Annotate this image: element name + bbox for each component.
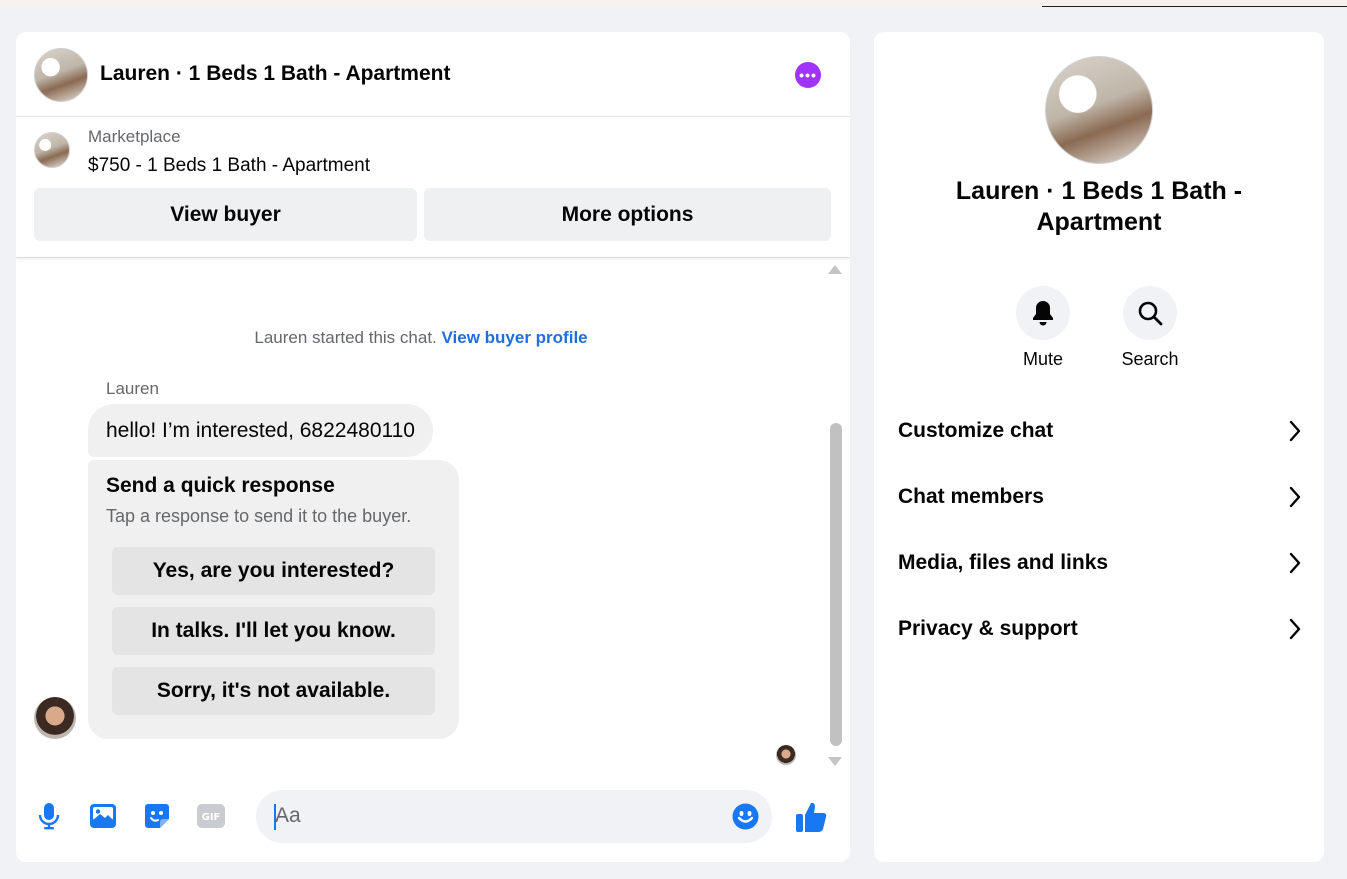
chat-started-text: Lauren started this chat. <box>254 328 437 347</box>
message-bubble[interactable]: hello! I’m interested, 6822480110 <box>88 404 433 457</box>
top-bar-divider <box>1042 6 1347 7</box>
microphone-icon[interactable] <box>34 801 64 831</box>
chat-panel: Lauren · 1 Beds 1 Bath - Apartment ••• M… <box>16 32 850 862</box>
scrollbar-thumb[interactable] <box>830 423 842 746</box>
search-icon <box>1123 286 1177 340</box>
info-title: Lauren · 1 Beds 1 Bath - Apartment <box>955 177 1243 236</box>
sender-avatar[interactable] <box>34 697 76 739</box>
message-input[interactable]: Aa <box>256 790 772 843</box>
emoji-icon[interactable] <box>732 803 759 830</box>
sender-name: Lauren <box>106 379 159 398</box>
message-input-placeholder: Aa <box>275 804 301 827</box>
read-receipt-avatar <box>776 745 796 765</box>
quick-response-subtitle: Tap a response to send it to the buyer. <box>106 506 412 526</box>
sticker-icon[interactable] <box>142 801 172 831</box>
menu-item-label: Customize chat <box>898 419 1054 442</box>
chevron-right-icon <box>1289 618 1301 640</box>
scroll-up-arrow[interactable] <box>828 265 842 274</box>
quick-response-option[interactable]: Sorry, it's not available. <box>112 667 435 715</box>
chevron-right-icon <box>1289 552 1301 574</box>
mute-label: Mute <box>1022 349 1064 369</box>
more-options-button[interactable]: More options <box>424 188 831 241</box>
menu-media-files-links[interactable]: Media, files and links <box>898 543 1302 583</box>
view-buyer-button[interactable]: View buyer <box>34 188 417 241</box>
bell-icon <box>1016 286 1070 340</box>
quick-response-option[interactable]: In talks. I'll let you know. <box>112 607 435 655</box>
photo-icon[interactable] <box>88 801 118 831</box>
quick-response-title: Send a quick response <box>106 474 335 497</box>
svg-text:GIF: GIF <box>202 812 221 823</box>
more-actions-button[interactable]: ••• <box>795 62 821 88</box>
menu-privacy-support[interactable]: Privacy & support <box>898 609 1302 649</box>
search-button[interactable]: Search <box>1100 286 1200 370</box>
chat-info-panel: Lauren · 1 Beds 1 Bath - Apartment Mute … <box>874 32 1324 862</box>
mute-button[interactable]: Mute <box>993 286 1093 370</box>
listing-price-title[interactable]: $750 - 1 Beds 1 Bath - Apartment <box>88 155 370 177</box>
view-buyer-profile-link[interactable]: View buyer profile <box>442 328 588 347</box>
more-horizontal-icon: ••• <box>799 67 817 83</box>
chat-title[interactable]: Lauren · 1 Beds 1 Bath - Apartment <box>100 62 450 86</box>
listing-card: Marketplace $750 - 1 Beds 1 Bath - Apart… <box>16 117 850 258</box>
menu-customize-chat[interactable]: Customize chat <box>898 411 1302 451</box>
gif-icon[interactable]: GIF <box>196 801 226 831</box>
chevron-right-icon <box>1289 486 1301 508</box>
menu-item-label: Media, files and links <box>898 551 1109 574</box>
quick-response-option[interactable]: Yes, are you interested? <box>112 547 435 595</box>
menu-item-label: Privacy & support <box>898 617 1078 640</box>
chevron-right-icon <box>1289 420 1301 442</box>
listing-source: Marketplace <box>88 127 181 146</box>
quick-response-card: Send a quick response Tap a response to … <box>88 460 459 739</box>
chat-header: Lauren · 1 Beds 1 Bath - Apartment ••• <box>16 32 850 117</box>
chat-started-notice: Lauren started this chat. View buyer pro… <box>16 328 826 348</box>
info-avatar[interactable] <box>1045 56 1153 164</box>
listing-avatar[interactable] <box>34 48 88 102</box>
menu-item-label: Chat members <box>898 485 1044 508</box>
listing-thumbnail[interactable] <box>34 132 70 168</box>
search-label: Search <box>1121 349 1179 369</box>
scroll-down-arrow[interactable] <box>828 757 842 766</box>
thumbs-up-icon[interactable] <box>794 800 828 834</box>
menu-chat-members[interactable]: Chat members <box>898 477 1302 517</box>
